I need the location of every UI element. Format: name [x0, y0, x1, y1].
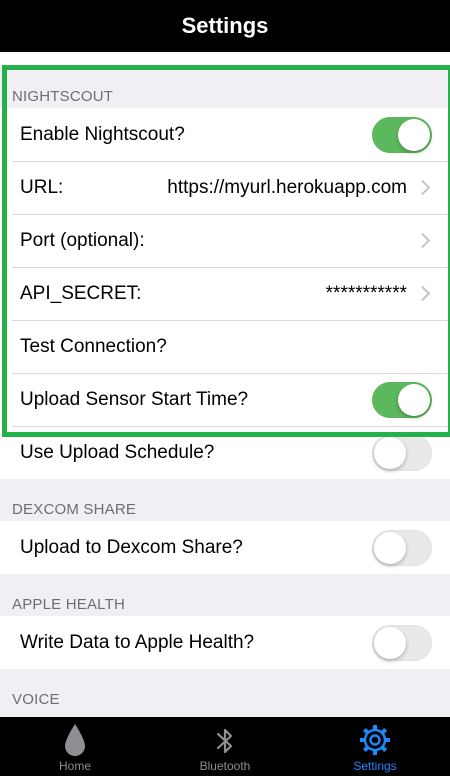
api-secret-value: ***********	[325, 282, 407, 304]
section-header-nightscout: NIGHTSCOUT	[12, 88, 114, 105]
row-label: Test Connection?	[20, 335, 167, 357]
toggle-knob	[398, 118, 430, 151]
toggle-knob	[374, 626, 406, 659]
row-label: URL:	[20, 176, 64, 198]
row-label: Write Data to Apple Health?	[20, 631, 255, 653]
top-spacer	[0, 52, 450, 66]
toggle-knob	[374, 531, 406, 564]
upload-schedule-toggle[interactable]	[372, 434, 432, 471]
tab-label: Bluetooth	[199, 759, 251, 773]
section-header-apple-health: APPLE HEALTH	[12, 596, 125, 613]
page-title: Settings	[181, 13, 269, 38]
tab-settings[interactable]: Settings	[300, 717, 450, 776]
tab-bluetooth[interactable]: Bluetooth	[150, 717, 300, 776]
tab-home[interactable]: Home	[0, 717, 150, 776]
toggle-knob	[398, 383, 430, 416]
tab-label: Home	[58, 759, 91, 773]
row-label: API_SECRET:	[20, 282, 142, 304]
nightscout-group: Enable Nightscout? URL: https://myurl.he…	[0, 108, 450, 479]
row-label: Upload Sensor Start Time?	[20, 388, 249, 410]
section-header-dexcom: DEXCOM SHARE	[12, 501, 137, 518]
enable-nightscout-row[interactable]: Enable Nightscout?	[0, 108, 450, 161]
bluetooth-icon	[216, 728, 233, 754]
tab-label: Settings	[353, 759, 397, 773]
tab-bar: Home Bluetooth Settings	[0, 717, 450, 776]
url-row[interactable]: URL: https://myurl.herokuapp.com	[0, 161, 450, 214]
row-label: Upload to Dexcom Share?	[20, 536, 243, 558]
upload-sensor-start-row[interactable]: Upload Sensor Start Time?	[0, 373, 450, 426]
test-connection-row[interactable]: Test Connection?	[0, 320, 450, 373]
enable-nightscout-toggle[interactable]	[372, 116, 432, 153]
upload-schedule-row[interactable]: Use Upload Schedule?	[0, 426, 450, 479]
dexcom-upload-toggle[interactable]	[372, 529, 432, 566]
chevron-right-icon	[414, 232, 431, 249]
chevron-right-icon	[414, 285, 431, 302]
row-label: Enable Nightscout?	[20, 123, 185, 145]
toggle-knob	[374, 436, 406, 469]
navigation-bar: Settings	[0, 0, 450, 52]
url-value: https://myurl.herokuapp.com	[167, 176, 407, 198]
apple-health-group: Write Data to Apple Health?	[0, 616, 450, 669]
apple-health-row[interactable]: Write Data to Apple Health?	[0, 616, 450, 669]
row-label: Port (optional):	[20, 229, 145, 251]
gear-icon	[360, 725, 390, 755]
section-header-voice: VOICE	[12, 691, 60, 708]
api-secret-row[interactable]: API_SECRET: ***********	[0, 267, 450, 320]
dexcom-group: Upload to Dexcom Share?	[0, 521, 450, 574]
drop-icon	[65, 724, 85, 756]
port-row[interactable]: Port (optional):	[0, 214, 450, 267]
settings-list[interactable]: NIGHTSCOUT Enable Nightscout? URL: https…	[0, 52, 450, 717]
chevron-right-icon	[414, 179, 431, 196]
upload-sensor-start-toggle[interactable]	[372, 381, 432, 418]
apple-health-toggle[interactable]	[372, 624, 432, 661]
row-label: Use Upload Schedule?	[20, 441, 215, 463]
dexcom-upload-row[interactable]: Upload to Dexcom Share?	[0, 521, 450, 574]
